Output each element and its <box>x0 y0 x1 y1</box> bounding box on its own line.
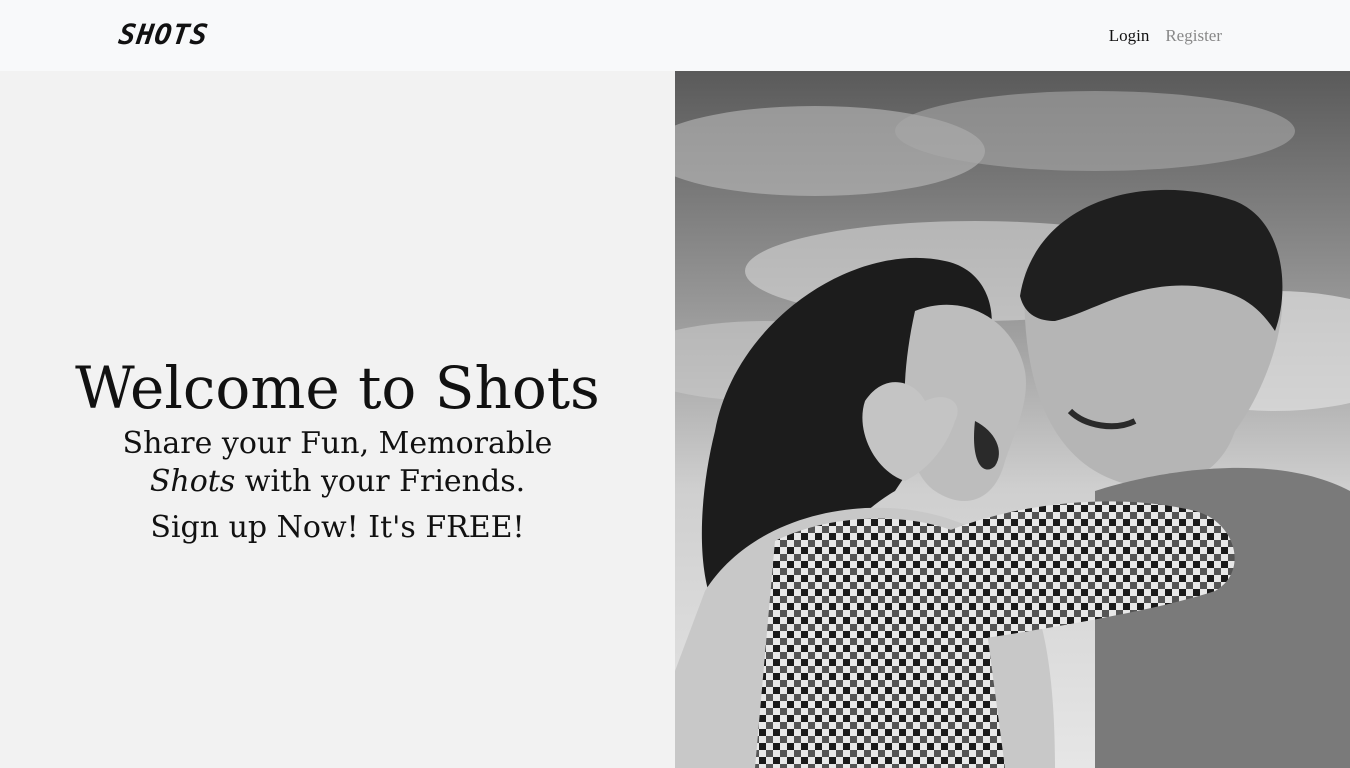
login-link[interactable]: Login <box>1109 26 1150 46</box>
hero-text: Welcome to Shots Share your Fun, Memorab… <box>0 351 675 547</box>
brand-logo[interactable]: SHOTS <box>117 18 211 51</box>
navbar: SHOTS Login Register <box>0 0 1350 71</box>
hero-subtitle-emphasis: Shots <box>149 464 236 499</box>
hero-subtitle-start: Share your Fun, Memorable <box>122 426 553 461</box>
hero-photo <box>675 71 1350 768</box>
hero-panel: Welcome to Shots Share your Fun, Memorab… <box>0 71 675 768</box>
nav-links: Login Register <box>1109 26 1222 46</box>
hero-subtitle: Share your Fun, Memorable Shots with you… <box>88 425 588 501</box>
hero-title: Welcome to Shots <box>75 354 600 422</box>
hero-subtitle-end: with your Friends. <box>235 464 526 499</box>
register-link[interactable]: Register <box>1165 26 1222 46</box>
hero-photo-image <box>675 71 1350 768</box>
hero-cta: Sign up Now! It's FREE! <box>150 510 525 545</box>
